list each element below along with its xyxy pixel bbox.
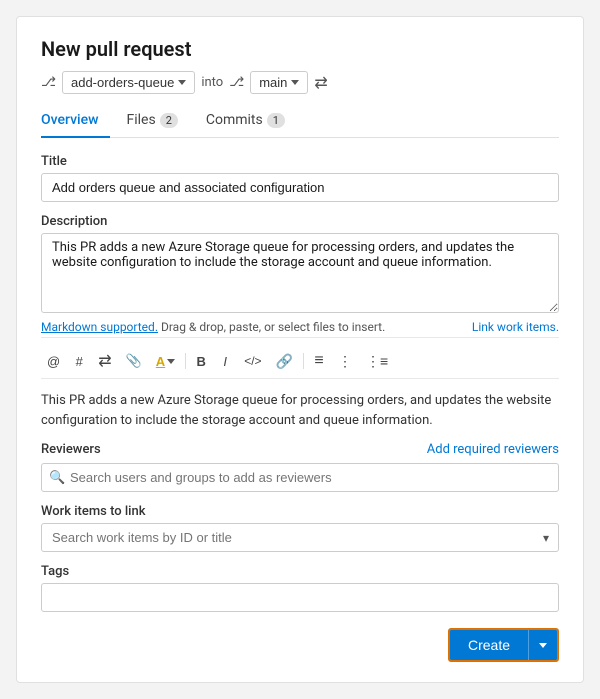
toolbar-sep-1 (185, 353, 186, 369)
create-button[interactable]: Create (450, 630, 529, 660)
markdown-note-group: Markdown supported. Drag & drop, paste, … (41, 320, 385, 334)
into-label: into (201, 75, 223, 90)
git-target-icon: ⎇ (229, 75, 244, 90)
title-label: Title (41, 154, 559, 169)
source-branch-label: add-orders-queue (71, 75, 174, 90)
tab-overview[interactable]: Overview (41, 106, 110, 138)
create-button-group: Create (448, 628, 559, 662)
description-textarea[interactable]: This PR adds a new Azure Storage queue f… (41, 233, 559, 313)
target-branch-label: main (259, 75, 287, 90)
reviewers-search-container: 🔍 (41, 463, 559, 492)
description-toolbar: @ # ⇄ 📎 A B I </> 🔗 ≡ ⋮ ⋮≡ (41, 344, 559, 379)
reviewers-label: Reviewers (41, 442, 101, 457)
toolbar-snippet-btn[interactable]: ⇄ (92, 348, 117, 374)
toolbar-mention-btn[interactable]: @ (41, 351, 66, 372)
git-branch-icon: ⎇ (41, 75, 56, 90)
toolbar-highlight-btn[interactable]: A (150, 351, 181, 372)
source-branch-chevron-icon (178, 80, 186, 85)
tags-label: Tags (41, 564, 559, 579)
toolbar-sep-2 (303, 353, 304, 369)
link-work-items-button[interactable]: Link work items. (472, 320, 559, 334)
title-section: Title (41, 154, 559, 202)
markdown-link[interactable]: Markdown supported. (41, 320, 158, 334)
target-branch-chevron-icon (291, 80, 299, 85)
commits-badge: 1 (267, 113, 285, 128)
toolbar-quote-btn[interactable]: ≡ (308, 349, 330, 373)
swap-icon[interactable]: ⇄ (314, 73, 327, 92)
work-items-section: Work items to link ▾ (41, 504, 559, 552)
page-title: New pull request (41, 37, 559, 61)
tab-files[interactable]: Files2 (126, 106, 189, 138)
toolbar-attach-btn[interactable]: 📎 (120, 350, 148, 372)
toolbar-list-ul-btn[interactable]: ⋮ (332, 350, 358, 373)
work-items-search-input[interactable] (41, 523, 559, 552)
toolbar-code-btn[interactable]: </> (238, 351, 267, 371)
create-dropdown-chevron-icon (539, 643, 547, 648)
add-required-reviewers-button[interactable]: Add required reviewers (427, 442, 559, 457)
toolbar-italic-btn[interactable]: I (214, 351, 236, 372)
toolbar-list-ol-btn[interactable]: ⋮≡ (360, 350, 394, 373)
toolbar-heading-btn[interactable]: # (68, 351, 90, 372)
reviewers-header-row: Reviewers Add required reviewers (41, 442, 559, 457)
work-items-label: Work items to link (41, 504, 559, 519)
toolbar-bold-btn[interactable]: B (190, 351, 212, 372)
create-dropdown-button[interactable] (529, 630, 557, 660)
target-branch-button[interactable]: main (250, 71, 308, 94)
reviewers-search-wrapper: 🔍 (41, 463, 559, 492)
tabs-row: Overview Files2 Commits1 (41, 106, 559, 138)
markdown-suffix: Drag & drop, paste, or select files to i… (161, 320, 385, 334)
files-badge: 2 (160, 113, 178, 128)
description-label: Description (41, 214, 559, 229)
pr-form-container: New pull request ⎇ add-orders-queue into… (16, 16, 584, 683)
branch-row: ⎇ add-orders-queue into ⎇ main ⇄ (41, 71, 559, 94)
description-section: Description This PR adds a new Azure Sto… (41, 214, 559, 379)
tab-commits[interactable]: Commits1 (206, 106, 297, 138)
source-branch-button[interactable]: add-orders-queue (62, 71, 195, 94)
title-input[interactable] (41, 173, 559, 202)
reviewers-section: Reviewers Add required reviewers 🔍 (41, 442, 559, 492)
toolbar-link-btn[interactable]: 🔗 (270, 350, 299, 373)
description-preview: This PR adds a new Azure Storage queue f… (41, 391, 559, 430)
tags-section: Tags (41, 564, 559, 612)
reviewers-search-input[interactable] (41, 463, 559, 492)
footer-row: Create (41, 628, 559, 662)
work-items-select-container: ▾ (41, 523, 559, 552)
markdown-bar: Markdown supported. Drag & drop, paste, … (41, 317, 559, 338)
tags-input[interactable] (41, 583, 559, 612)
